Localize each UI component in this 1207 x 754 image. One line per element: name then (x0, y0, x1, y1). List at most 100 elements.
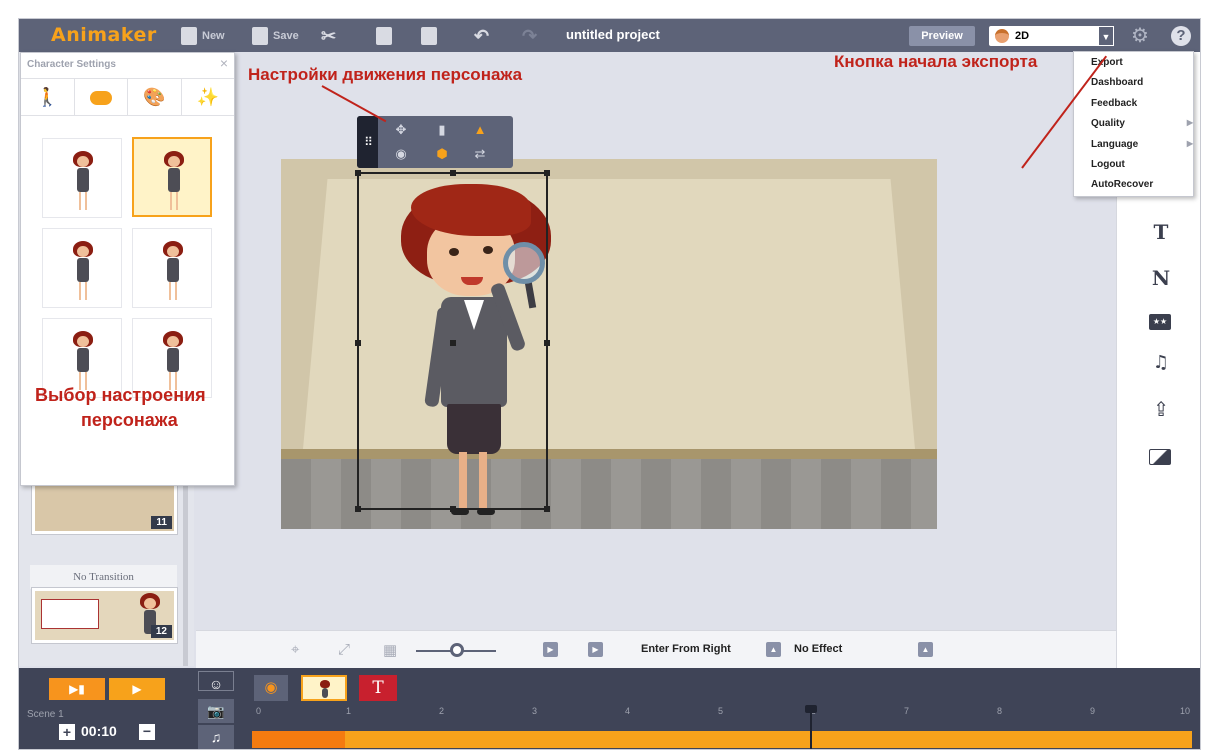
increase-duration-button[interactable]: + (59, 724, 75, 740)
upload-icon[interactable]: ⇪ (1151, 397, 1171, 421)
play-enter-icon[interactable]: ▶ (588, 642, 603, 657)
playhead-handle[interactable] (805, 705, 817, 713)
scene-thumbnail[interactable]: 12 (32, 588, 177, 643)
transition-selector[interactable]: No Transition (30, 565, 177, 589)
project-title[interactable]: untitled project (566, 27, 660, 42)
timeline-ruler[interactable]: 0 1 2 3 4 5 6 7 8 9 10 (252, 706, 1192, 731)
scene-thumbnail[interactable]: 11 (32, 479, 177, 534)
character-thumbnail (73, 331, 93, 391)
scene-text-board (41, 599, 99, 629)
timeline-track[interactable] (252, 731, 1192, 748)
ruler-label: 2 (439, 706, 445, 716)
close-icon[interactable]: × (220, 55, 228, 71)
exit-effect-dropdown-icon[interactable]: ▲ (918, 642, 933, 657)
resize-handle[interactable] (355, 170, 361, 176)
menu-item-language-label: Language (1091, 139, 1139, 150)
background-tool-icon[interactable] (1149, 449, 1171, 465)
name-tool-icon[interactable]: N (1151, 266, 1171, 290)
menu-item-dashboard[interactable]: Dashboard (1091, 77, 1143, 88)
tab-expression[interactable] (75, 79, 128, 115)
undo-icon[interactable]: ↶ (474, 25, 489, 47)
resize-handle[interactable] (450, 506, 456, 512)
record-icon[interactable]: ◉ (392, 146, 410, 162)
center-focus-icon[interactable]: ⌖ (291, 641, 299, 658)
timeline-panel: ▶▮ ▶ Scene 1 + 00:10 − ☺ 📷 ♫ ◉ T 0 1 2 3… (19, 668, 1200, 749)
mood-option-selected[interactable] (132, 137, 212, 217)
delete-icon[interactable]: ▮ (433, 122, 451, 138)
top-toolbar: Animaker New Save ✂ ↶ ↷ untitled project… (19, 19, 1200, 52)
settings-hex-icon[interactable]: ⬢ (433, 146, 451, 162)
selection-box[interactable] (355, 170, 550, 512)
tab-action[interactable]: 🚶 (21, 79, 75, 115)
text-tool-icon[interactable]: T (1151, 220, 1171, 244)
camera-icon[interactable]: 📷 (198, 699, 234, 723)
mode-select[interactable]: 2D ▼ (989, 26, 1114, 46)
save-label: Save (273, 30, 299, 42)
menu-item-autorecover[interactable]: AutoRecover (1091, 179, 1153, 190)
character-motion-toolbar: ⠿ ✥ ▮ ▲ ◉ ⬢ ⇄ (357, 116, 513, 168)
eye-icon[interactable]: ◉ (254, 675, 288, 701)
zoom-slider-knob[interactable] (450, 643, 464, 657)
play-button[interactable]: ▶ (109, 678, 165, 700)
resize-handle[interactable] (355, 340, 361, 346)
character-clip[interactable] (252, 731, 345, 748)
tab-color[interactable]: 🎨 (128, 79, 182, 115)
play-from-start-button[interactable]: ▶▮ (49, 678, 105, 700)
resize-handle[interactable] (544, 340, 550, 346)
chevron-right-icon: ▶ (1186, 118, 1193, 127)
character-layer[interactable] (301, 675, 347, 701)
exit-effect-label[interactable]: No Effect (794, 643, 842, 655)
menu-item-logout[interactable]: Logout (1091, 159, 1125, 170)
swap-icon[interactable]: ⇄ (471, 146, 489, 162)
question-icon[interactable]: ? (1171, 26, 1191, 46)
menu-item-language[interactable]: Language ▶ (1091, 139, 1193, 150)
warning-icon[interactable]: ▲ (471, 122, 489, 138)
ruler-label: 10 (1180, 706, 1191, 716)
paste-icon[interactable] (421, 25, 442, 47)
expand-icon[interactable]: ⤢ (338, 641, 350, 658)
preview-button[interactable]: Preview (909, 26, 975, 46)
grid-icon[interactable]: ▦ (383, 641, 397, 659)
menu-item-quality[interactable]: Quality ▶ (1091, 118, 1193, 129)
mood-option[interactable] (42, 228, 122, 308)
menu-item-feedback[interactable]: Feedback (1091, 98, 1137, 109)
text-layer[interactable]: T (359, 675, 397, 701)
ruler-label: 8 (997, 706, 1003, 716)
new-button[interactable]: New (181, 25, 225, 47)
tab-effects[interactable]: ✨ (182, 79, 235, 115)
ruler-label: 3 (532, 706, 538, 716)
music-track-icon[interactable]: ♫ (198, 725, 234, 749)
resize-handle[interactable] (355, 506, 361, 512)
enter-preview-icon[interactable]: ▶ (543, 642, 558, 657)
robot-face-icon[interactable]: ☺ (198, 671, 234, 692)
move-icon[interactable]: ✥ (392, 122, 410, 138)
annotation-arrow (321, 85, 387, 123)
save-button[interactable]: Save (252, 25, 299, 47)
mood-option[interactable] (132, 228, 212, 308)
resize-handle[interactable] (450, 170, 456, 176)
animaker-app: Animaker New Save ✂ ↶ ↷ untitled project… (18, 18, 1201, 750)
ruler-label: 1 (346, 706, 352, 716)
enter-effect-dropdown-icon[interactable]: ▲ (766, 642, 781, 657)
new-label: New (202, 30, 225, 42)
music-icon[interactable]: ♫ (1151, 352, 1171, 373)
gear-icon[interactable]: ⚙ (1129, 25, 1151, 47)
resize-handle[interactable] (544, 170, 550, 176)
magic-wand-icon: ✨ (196, 87, 219, 107)
copy-icon[interactable] (376, 25, 397, 47)
center-handle[interactable] (450, 340, 456, 346)
drag-grip-icon[interactable]: ⠿ (357, 116, 378, 168)
resize-handle[interactable] (544, 506, 550, 512)
character-thumbnail (73, 151, 93, 211)
ruler-label: 4 (625, 706, 631, 716)
menu-item-quality-label: Quality (1091, 118, 1125, 129)
mood-option[interactable] (42, 138, 122, 218)
rating-icon[interactable]: ★★ (1149, 314, 1171, 330)
scissors-icon[interactable]: ✂ (321, 25, 336, 47)
character-thumbnail (164, 151, 184, 211)
scene-number: 12 (150, 625, 172, 638)
decrease-duration-button[interactable]: − (139, 724, 155, 740)
enter-effect-label[interactable]: Enter From Right (641, 643, 731, 655)
annotation-mood-line2: персонажа (81, 410, 178, 430)
redo-icon[interactable]: ↷ (522, 25, 537, 47)
